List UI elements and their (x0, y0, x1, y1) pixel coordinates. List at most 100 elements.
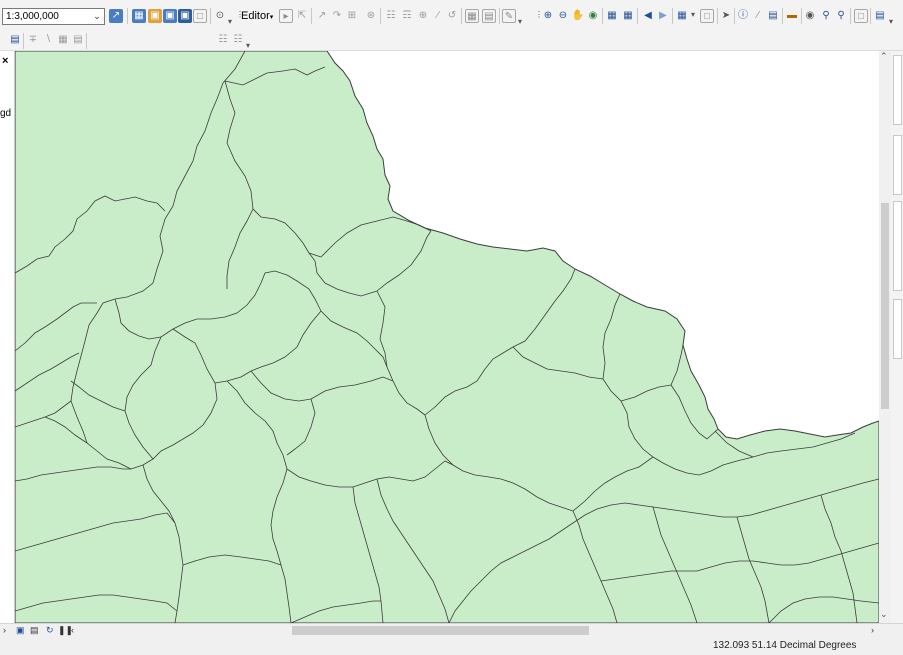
reshape-icon[interactable]: ☶ (400, 9, 414, 23)
find-route-icon[interactable]: ⚲ (819, 9, 833, 23)
arctoolbox-tab[interactable] (893, 201, 902, 291)
table-of-contents-panel: × gd (0, 51, 15, 623)
update-display-icon[interactable]: ☷ (216, 33, 230, 47)
toolbar-separator (86, 33, 87, 49)
horizontal-scroll-thumb[interactable] (292, 626, 589, 635)
fixed-zoom-in-icon[interactable]: ▦ (605, 9, 619, 23)
vertical-scrollbar[interactable]: ⌃ ⌄ (879, 51, 891, 623)
editor-menu-button[interactable]: Editor▾ (241, 10, 273, 22)
catalog-tab[interactable] (893, 55, 902, 125)
rotate-icon[interactable]: ∕ (431, 9, 445, 23)
fixed-zoom-out-icon[interactable]: ▦ (621, 9, 635, 23)
full-extent-icon[interactable]: ◉ (586, 9, 600, 23)
map-view[interactable] (15, 51, 879, 623)
rectify-icon[interactable]: ☷ (231, 33, 245, 47)
sketch-icon[interactable]: ⊛ (364, 9, 378, 23)
select-features-icon[interactable]: ▦ (675, 9, 689, 23)
table-icon[interactable]: ▦ (132, 9, 146, 23)
editor-dropdown-icon: ▾ (269, 14, 274, 21)
straight-segment-icon[interactable]: ↗ (315, 9, 329, 23)
auto-adjust-icon[interactable]: ∖ (41, 33, 55, 47)
select-icon[interactable]: ➤ (719, 9, 733, 23)
zoom-in-icon[interactable]: ⊕ (541, 9, 555, 23)
edit-annotation-icon[interactable]: ⇱ (295, 9, 309, 23)
toolbar-separator (637, 8, 638, 24)
toolbar-separator (672, 8, 673, 24)
toolbar-separator (717, 8, 718, 24)
pan-icon[interactable]: ✋ (571, 9, 585, 23)
html-popup-icon[interactable]: ▤ (766, 9, 780, 23)
toolbar-overflow-icon[interactable]: ▾ (228, 18, 232, 26)
toolbar-separator (782, 8, 783, 24)
identify-icon[interactable]: ⓘ (736, 9, 750, 23)
back-icon[interactable]: ◀ (641, 9, 655, 23)
cursor-coordinates: 132.093 51.14 Decimal Degrees (713, 640, 857, 651)
layout-view-icon[interactable]: ▤ (30, 624, 39, 637)
toolbar-separator (499, 8, 500, 24)
chevron-down-icon[interactable]: ▾ (691, 11, 695, 19)
georeferencing-icon[interactable]: ▤ (8, 33, 22, 47)
chevron-right-icon[interactable]: › (3, 624, 6, 637)
toc-text-fragment: gd (0, 108, 12, 119)
add-control-points-icon[interactable]: ∓ (26, 33, 40, 47)
toolbar-separator (870, 8, 871, 24)
toolbar-separator (380, 8, 381, 24)
attributes-icon[interactable]: ↺ (445, 9, 459, 23)
point-tool-icon[interactable]: ⊞ (345, 9, 359, 23)
go-to-xy-icon[interactable]: ⚲ (834, 9, 848, 23)
measure-tool-icon[interactable]: ▬ (785, 9, 799, 23)
toolbar-overflow-icon[interactable]: ▾ (889, 18, 893, 26)
arc-segment-icon[interactable]: ↷ (330, 9, 344, 23)
viewer-icon[interactable]: ▤ (71, 33, 85, 47)
zoom-out-icon[interactable]: ⊖ (556, 9, 570, 23)
toolbar-grip-icon[interactable]: ⋮ (236, 11, 244, 19)
create-features-icon[interactable]: ✎ (502, 9, 516, 23)
measure-icon[interactable]: ↗ (109, 9, 123, 23)
toolbar-overflow-icon[interactable]: ▾ (518, 18, 522, 26)
arctoolbox-icon[interactable]: ▣ (163, 9, 177, 23)
forward-icon[interactable]: ▶ (656, 9, 670, 23)
toolbar-separator (734, 8, 735, 24)
right-dock-panel (891, 51, 903, 623)
map-scale-combobox[interactable]: 1:3,000,000 ⌄ (2, 8, 105, 25)
python-window-icon[interactable]: □ (193, 9, 207, 23)
create-features-tab[interactable] (893, 299, 902, 359)
scroll-up-icon[interactable]: ⌃ (880, 51, 888, 62)
toolbar-grip-icon[interactable]: ⋮ (535, 11, 543, 19)
refresh-icon[interactable]: ↻ (46, 624, 54, 637)
toolbar-separator (602, 8, 603, 24)
scroll-down-icon[interactable]: ⌄ (880, 609, 888, 620)
toolbar-separator (801, 8, 802, 24)
create-viewer-icon[interactable]: ▤ (873, 9, 887, 23)
edit-tool-icon[interactable]: ▸ (279, 9, 293, 23)
hyperlink-icon[interactable]: ∕ (751, 9, 765, 23)
toolbar-separator (461, 8, 462, 24)
python-icon[interactable]: ▣ (178, 9, 192, 23)
close-icon[interactable]: × (2, 55, 8, 67)
toolbar-overflow-icon[interactable]: ▾ (246, 42, 250, 50)
editor-label: Editor (241, 10, 270, 22)
scroll-left-icon[interactable]: ‹ (71, 624, 74, 637)
toolbar-separator (850, 8, 851, 24)
catalog-icon[interactable]: ▣ (148, 9, 162, 23)
scroll-right-icon[interactable]: › (871, 624, 874, 637)
time-slider-icon[interactable]: □ (854, 9, 868, 23)
attributes-table-icon[interactable]: ▦ (465, 9, 479, 23)
chevron-down-icon[interactable]: ⌄ (91, 10, 103, 23)
link-table-icon[interactable]: ▦ (56, 33, 70, 47)
main-toolbar: 1:3,000,000 ⌄ ↗ ▦ ▣ ▣ ▣ □ ⊙ ▾ ⋮ Editor▾ … (0, 0, 903, 31)
toolbar-separator (210, 8, 211, 24)
clear-selection-icon[interactable]: □ (700, 9, 714, 23)
cut-polygon-icon[interactable]: ⊕ (416, 9, 430, 23)
secondary-toolbar: ▤ ∓ ∖ ▦ ▤ ⌄ ☷ ☷ ▾ (0, 31, 903, 78)
split-tool-icon[interactable]: ☷ (384, 9, 398, 23)
arcmap-window: 1:3,000,000 ⌄ ↗ ▦ ▣ ▣ ▣ □ ⊙ ▾ ⋮ Editor▾ … (0, 0, 903, 655)
sketch-properties-icon[interactable]: ▤ (482, 9, 496, 23)
search-tab[interactable] (893, 135, 902, 195)
map-scale-value: 1:3,000,000 (6, 11, 59, 22)
data-view-icon[interactable]: ▣ (16, 624, 25, 637)
search-window-icon[interactable]: ⊙ (213, 9, 227, 23)
vertical-scroll-thumb[interactable] (881, 203, 889, 409)
find-icon[interactable]: ◉ (803, 9, 817, 23)
land-area (15, 51, 879, 623)
